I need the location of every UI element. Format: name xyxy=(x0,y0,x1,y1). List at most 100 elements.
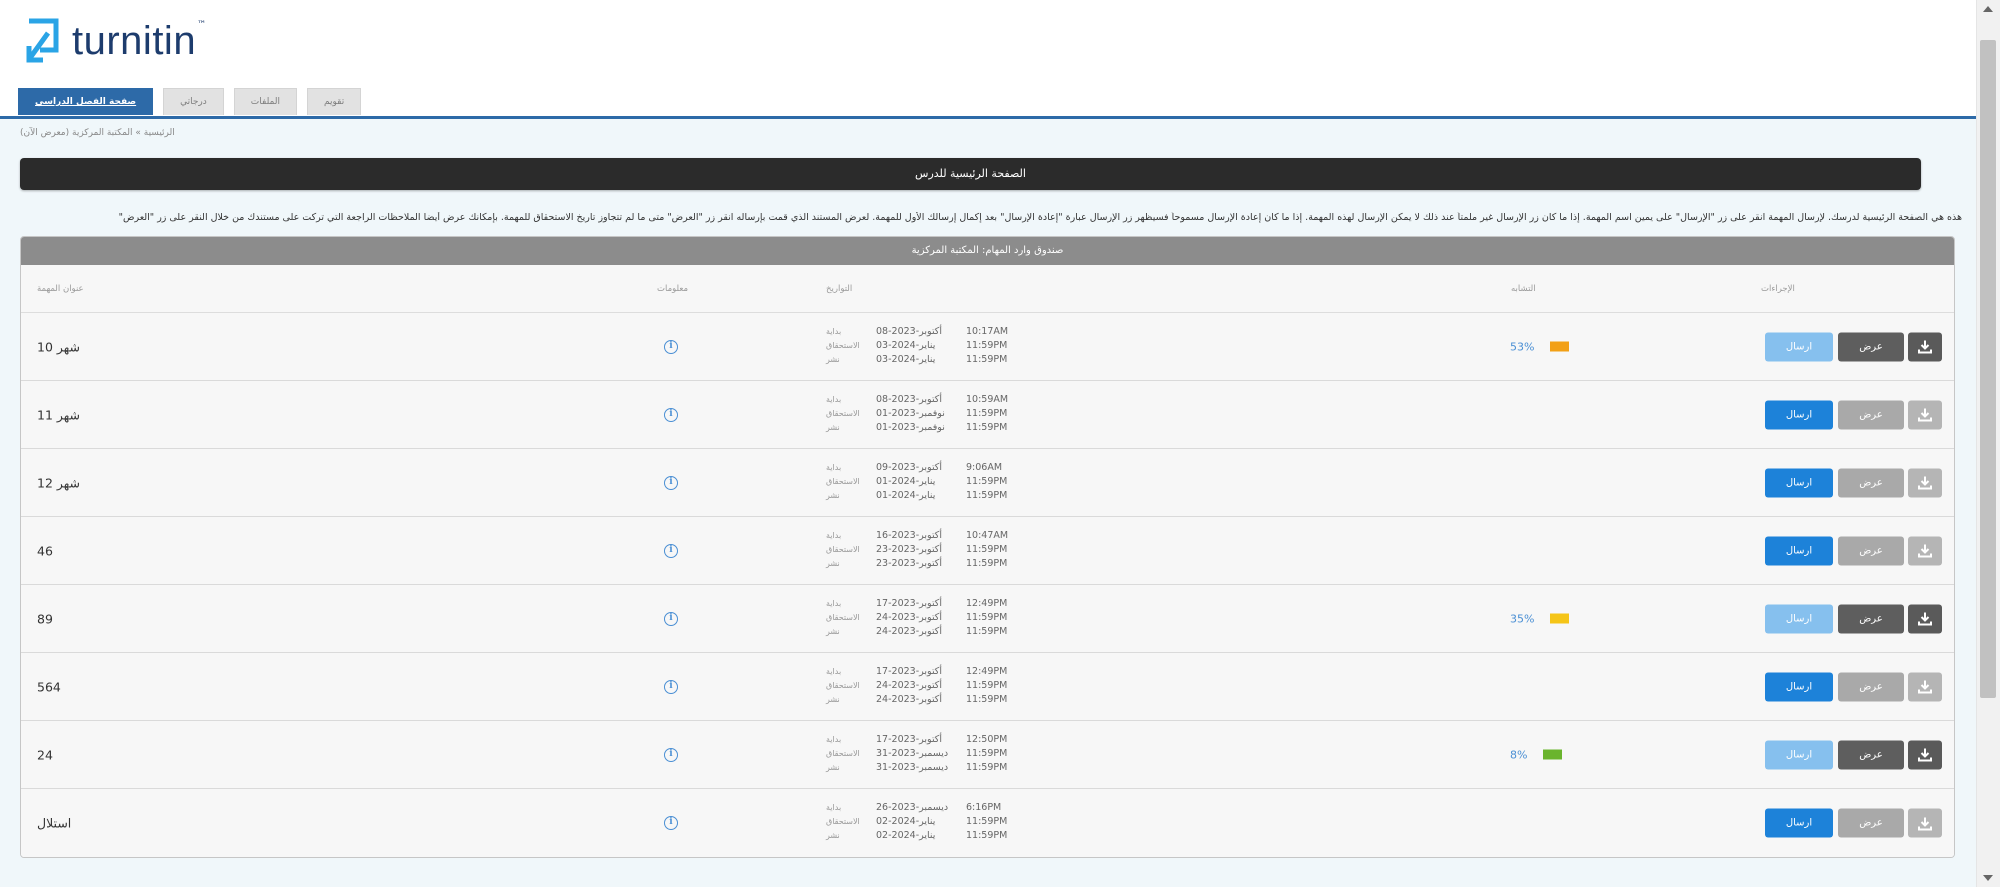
view-button[interactable]: عرض xyxy=(1838,468,1904,497)
similarity-color-bar xyxy=(1550,613,1570,624)
post-time: 11:59PM xyxy=(966,626,1008,637)
main-tabs: صفحة الفصل الدراسي درجاتي الملفات تقويم xyxy=(18,88,362,115)
post-label: نشر xyxy=(826,627,840,636)
info-icon[interactable]: i xyxy=(664,475,678,490)
due-label: الاستحقاق xyxy=(826,341,860,350)
similarity-score[interactable]: 8% xyxy=(1510,748,1563,761)
view-button[interactable]: عرض xyxy=(1838,332,1904,361)
download-icon xyxy=(1918,476,1932,490)
brand-name: turnitin xyxy=(72,19,197,63)
download-button[interactable] xyxy=(1908,332,1942,361)
tab-files[interactable]: الملفات xyxy=(233,88,297,115)
due-date: 01-يناير-2024 xyxy=(876,476,936,487)
due-date: 01-نوفمبر-2023 xyxy=(876,408,945,419)
submit-button[interactable]: ارسال xyxy=(1765,536,1833,565)
view-button[interactable]: عرض xyxy=(1838,604,1904,633)
start-time: 10:47AM xyxy=(966,530,1009,541)
download-button[interactable] xyxy=(1908,536,1942,565)
similarity-score[interactable]: 35% xyxy=(1510,612,1570,625)
download-button[interactable] xyxy=(1908,672,1942,701)
post-date: 01-يناير-2024 xyxy=(876,490,936,501)
submit-button[interactable]: ارسال xyxy=(1765,468,1833,497)
start-date: 08-أكتوبر-2023 xyxy=(876,326,942,337)
page-scrollbar[interactable] xyxy=(1976,0,2000,887)
tab-calendar[interactable]: تقويم xyxy=(307,88,362,115)
submit-button[interactable]: ارسال xyxy=(1765,740,1833,769)
due-date: 31-ديسمبر-2023 xyxy=(876,748,949,759)
post-date: 02-يناير-2024 xyxy=(876,830,936,841)
view-button[interactable]: عرض xyxy=(1838,536,1904,565)
scroll-down-arrow-icon[interactable] xyxy=(1983,875,1993,881)
post-time: 11:59PM xyxy=(966,354,1008,365)
start-date: 16-أكتوبر-2023 xyxy=(876,530,942,541)
submit-button[interactable]: ارسال xyxy=(1765,672,1833,701)
view-button[interactable]: عرض xyxy=(1838,400,1904,429)
post-date: 24-أكتوبر-2023 xyxy=(876,694,942,705)
due-date: 24-أكتوبر-2023 xyxy=(876,612,942,623)
start-time: 9:06AM xyxy=(966,462,1003,473)
start-date: 17-أكتوبر-2023 xyxy=(876,666,942,677)
view-button[interactable]: عرض xyxy=(1838,672,1904,701)
assignment-row: 89 i بداية 17-أكتوبر-2023 12:49PM الاستح… xyxy=(21,585,1954,653)
instructions-text: هذه هي الصفحة الرئيسية لدرسك. لإرسال الم… xyxy=(118,212,1962,223)
info-icon[interactable]: i xyxy=(664,816,678,830)
info-icon[interactable]: i xyxy=(664,679,678,694)
download-button[interactable] xyxy=(1908,468,1942,497)
info-icon[interactable]: i xyxy=(664,339,678,354)
assignment-list: شهر 10 i بداية 08-أكتوبر-2023 10:17AM ال… xyxy=(21,313,1954,857)
post-date: 01-نوفمبر-2023 xyxy=(876,422,945,433)
similarity-color-bar xyxy=(1543,749,1563,760)
scroll-thumb[interactable] xyxy=(1980,40,1996,698)
submit-button[interactable]: ارسال xyxy=(1765,400,1833,429)
due-label: الاستحقاق xyxy=(826,545,860,554)
assignment-row: شهر 10 i بداية 08-أكتوبر-2023 10:17AM ال… xyxy=(21,313,1954,381)
view-button[interactable]: عرض xyxy=(1838,740,1904,769)
due-label: الاستحقاق xyxy=(826,681,860,690)
start-date: 09-أكتوبر-2023 xyxy=(876,462,942,473)
assignment-title: 46 xyxy=(37,543,53,558)
assignment-row: 24 i بداية 17-أكتوبر-2023 12:50PM الاستح… xyxy=(21,721,1954,789)
similarity-percent[interactable]: 53% xyxy=(1510,340,1534,353)
similarity-percent[interactable]: 8% xyxy=(1510,748,1527,761)
turnitin-logo[interactable]: turnitin ™ xyxy=(26,16,206,66)
assignment-title: 89 xyxy=(37,611,53,626)
due-label: الاستحقاق xyxy=(826,613,860,622)
due-date: 03-يناير-2024 xyxy=(876,340,936,351)
start-time: 12:49PM xyxy=(966,666,1008,677)
submit-button[interactable]: ارسال xyxy=(1765,604,1833,633)
start-date: 17-أكتوبر-2023 xyxy=(876,734,942,745)
similarity-percent[interactable]: 35% xyxy=(1510,612,1534,625)
submit-button[interactable]: ارسال xyxy=(1765,332,1833,361)
download-button[interactable] xyxy=(1908,740,1942,769)
download-button[interactable] xyxy=(1908,604,1942,633)
tab-class-homepage[interactable]: صفحة الفصل الدراسي xyxy=(18,88,154,115)
post-label: نشر xyxy=(826,423,840,432)
column-title: عنوان المهمة xyxy=(37,283,84,294)
similarity-score[interactable]: 53% xyxy=(1510,340,1570,353)
submit-button[interactable]: ارسال xyxy=(1765,808,1833,838)
column-info: معلومات xyxy=(657,283,689,294)
tab-my-grades[interactable]: درجاتي xyxy=(163,88,224,115)
assignment-row: 46 i بداية 16-أكتوبر-2023 10:47AM الاستح… xyxy=(21,517,1954,585)
assignment-row: استلال i بداية 26-ديسمبر-2023 6:16PM الا… xyxy=(21,789,1954,857)
start-label: بداية xyxy=(826,531,842,540)
due-date: 02-يناير-2024 xyxy=(876,816,936,827)
start-label: بداية xyxy=(826,599,842,608)
assignment-title: شهر 12 xyxy=(37,475,81,490)
info-icon[interactable]: i xyxy=(664,407,678,422)
download-button[interactable] xyxy=(1908,400,1942,429)
due-label: الاستحقاق xyxy=(826,477,860,486)
breadcrumb[interactable]: الرئيسية » المكتبة المركزية (معرض الآن) xyxy=(20,128,175,138)
assignment-dates: بداية 08-أكتوبر-2023 10:17AM الاستحقاق 0… xyxy=(826,325,1046,367)
download-button[interactable] xyxy=(1908,808,1942,838)
info-icon[interactable]: i xyxy=(664,543,678,558)
info-icon[interactable]: i xyxy=(664,611,678,626)
post-time: 11:59PM xyxy=(966,422,1008,433)
due-time: 11:59PM xyxy=(966,340,1008,351)
assignment-inbox: صندوق وارد المهام: المكتبة المركزية عنوا… xyxy=(20,236,1955,858)
assignment-row: شهر 12 i بداية 09-أكتوبر-2023 9:06AM الا… xyxy=(21,449,1954,517)
view-button[interactable]: عرض xyxy=(1838,808,1904,838)
start-label: بداية xyxy=(826,463,842,472)
scroll-up-arrow-icon[interactable] xyxy=(1983,6,1993,12)
info-icon[interactable]: i xyxy=(664,747,678,762)
